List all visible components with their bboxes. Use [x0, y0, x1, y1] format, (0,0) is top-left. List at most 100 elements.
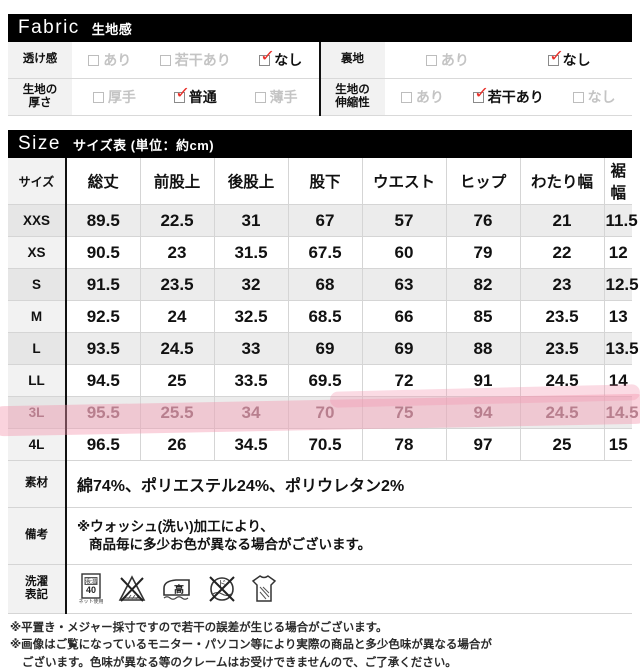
cell-measurement: 70.5: [288, 428, 363, 461]
cell-measurement: 24.5: [520, 396, 605, 429]
option-label: なし: [587, 89, 616, 105]
cell-size-label: XS: [8, 236, 67, 269]
cell-measurement: 32: [214, 268, 289, 301]
label-care: 洗濯 表記: [8, 564, 67, 614]
cell-measurement: 15: [604, 428, 632, 461]
cell-measurement: 94: [446, 396, 521, 429]
checkbox-unchecked-icon: [88, 54, 100, 66]
option-label: なし: [274, 52, 303, 68]
footer-line-3: ございます。色味が異なる等のクレームはお受けできませんので、ご了承ください。: [22, 656, 457, 669]
option-stretch-ari[interactable]: あり: [400, 87, 444, 107]
cell-measurement: 96.5: [66, 428, 141, 461]
column-header-inseam: 股下: [288, 158, 363, 205]
option-sheerness-ari[interactable]: あり: [88, 50, 131, 70]
option-stretch-nashi[interactable]: なし: [572, 87, 616, 107]
svg-text:高: 高: [174, 583, 184, 596]
size-row-m: M 92.5 24 32.5 68.5 66 85 23.5 13: [8, 300, 632, 333]
column-header-hip: ヒップ: [446, 158, 521, 205]
option-lining-nashi[interactable]: ✓ なし: [547, 48, 591, 70]
checkbox-unchecked-icon: [400, 91, 412, 103]
option-label: あり: [103, 52, 132, 68]
fabric-label-sheerness: 透け感: [8, 42, 72, 79]
cell-measurement: 23: [140, 236, 215, 269]
cell-measurement: 93.5: [66, 332, 141, 365]
fabric-row-thickness: 生地の 厚さ 厚手 ✓ 普通 薄手 生地の 伸縮性 あり ✓ 若干あり なし: [8, 78, 632, 116]
cell-measurement: 97: [446, 428, 521, 461]
cell-measurement: 23.5: [140, 268, 215, 301]
cell-measurement: 67.5: [288, 236, 363, 269]
cell-measurement: 11.5: [604, 204, 638, 237]
cell-measurement: 31: [214, 204, 289, 237]
cell-measurement: 23.5: [520, 300, 605, 333]
size-section-header: Size サイズ表 (単位：約cm): [8, 130, 632, 158]
fabric-row-sheerness: 透け感 あり 若干あり ✓ なし 裏地 あり ✓ なし: [8, 42, 632, 79]
cell-measurement: 88: [446, 332, 521, 365]
cell-measurement: 89.5: [66, 204, 141, 237]
svg-text:40: 40: [86, 585, 96, 595]
fabric-label-stretch: 生地の 伸縮性: [318, 78, 385, 116]
checkbox-unchecked-icon: [572, 91, 584, 103]
value-note: ※ウォッシュ(洗い)加工により、 商品毎に多少お色が異なる場合がございます。: [66, 507, 632, 565]
size-row-ll: LL 94.5 25 33.5 69.5 72 91 24.5 14: [8, 364, 632, 397]
care-symbols-cell: 液温 40 ネット使用 高 ド: [66, 564, 632, 614]
cell-measurement: 32.5: [214, 300, 289, 333]
cell-size-label: 3L: [8, 396, 67, 429]
cell-measurement: 33.5: [214, 364, 289, 397]
cell-measurement: 63: [362, 268, 447, 301]
checkbox-unchecked-icon: [254, 91, 266, 103]
size-table: サイズ 総丈 前股上 後股上 股下 ウエスト ヒップ わたり幅 裾幅 XXS 89…: [8, 158, 639, 461]
cell-measurement: 92.5: [66, 300, 141, 333]
option-thickness-usude[interactable]: 薄手: [254, 87, 298, 107]
column-header-thigh-width: わたり幅: [520, 158, 605, 205]
cell-measurement: 69.5: [288, 364, 363, 397]
drip-dry-shade-icon: [250, 573, 278, 605]
option-label: 薄手: [269, 89, 298, 105]
row-care-symbols: 洗濯 表記 液温 40 ネット使用 高 ド: [8, 564, 632, 614]
option-label: あり: [415, 89, 444, 105]
cell-measurement: 21: [520, 204, 605, 237]
option-label: 若干あり: [174, 52, 231, 68]
cell-measurement: 70: [288, 396, 363, 429]
option-thickness-futsuu[interactable]: ✓ 普通: [173, 84, 217, 107]
cell-measurement: 79: [446, 236, 521, 269]
column-header-front-rise: 前股上: [140, 158, 215, 205]
size-row-3l: 3L 95.5 25.5 34 70 75 94 24.5 14.5: [8, 396, 639, 429]
option-stretch-jakkan-ari[interactable]: ✓ 若干あり: [472, 85, 544, 107]
option-sheerness-nashi[interactable]: ✓ なし: [259, 47, 303, 70]
option-sheerness-jakkan-ari[interactable]: 若干あり: [159, 50, 231, 70]
cell-size-label: LL: [8, 364, 67, 397]
label-line-1: 生地の: [335, 83, 370, 96]
label-line-2: 表記: [25, 589, 48, 601]
size-row-xxs: XXS 89.5 22.5 31 67 57 76 21 11.5: [8, 204, 638, 237]
column-header-back-rise: 後股上: [214, 158, 289, 205]
cell-measurement: 72: [362, 364, 447, 397]
cell-measurement: 25: [140, 364, 215, 397]
cell-measurement: 22.5: [140, 204, 215, 237]
checkbox-unchecked-icon: [92, 91, 104, 103]
cell-measurement: 24: [140, 300, 215, 333]
checkbox-checked-icon: ✓: [173, 84, 191, 103]
checkbox-unchecked-icon: [159, 54, 171, 66]
value-material: 綿74%、ポリエステル24%、ポリウレタン2%: [66, 461, 632, 508]
cell-measurement: 57: [362, 204, 447, 237]
cell-measurement: 12: [604, 236, 632, 269]
note-line-1: ※ウォッシュ(洗い)加工により、: [77, 518, 274, 534]
checkbox-checked-icon: ✓: [259, 47, 276, 66]
option-lining-ari[interactable]: あり: [425, 50, 469, 70]
cell-measurement: 91.5: [66, 268, 141, 301]
cell-size-label: M: [8, 300, 67, 333]
size-title-jp: サイズ表 (単位：約cm): [72, 137, 215, 153]
fabric-table: 透け感 あり 若干あり ✓ なし 裏地 あり ✓ なし 生地の 厚さ 厚手 ✓ …: [8, 42, 632, 116]
column-header-hem-width: 裾幅: [604, 158, 632, 205]
cell-measurement: 69: [362, 332, 447, 365]
cell-measurement: 68.5: [288, 300, 363, 333]
option-thickness-atsude[interactable]: 厚手: [92, 87, 136, 107]
cell-measurement: 13.5: [604, 332, 639, 365]
cell-measurement: 14.5: [604, 396, 639, 429]
svg-text:ド: ド: [217, 579, 226, 589]
info-table: 素材 綿74%、ポリエステル24%、ポリウレタン2% 備考 ※ウォッシュ(洗い)…: [8, 461, 632, 614]
cell-measurement: 24.5: [520, 364, 605, 397]
label-line-2: 伸縮性: [335, 97, 370, 109]
svg-text:ネット使用: ネット使用: [78, 598, 103, 605]
label-line-1: 洗濯: [25, 575, 48, 588]
